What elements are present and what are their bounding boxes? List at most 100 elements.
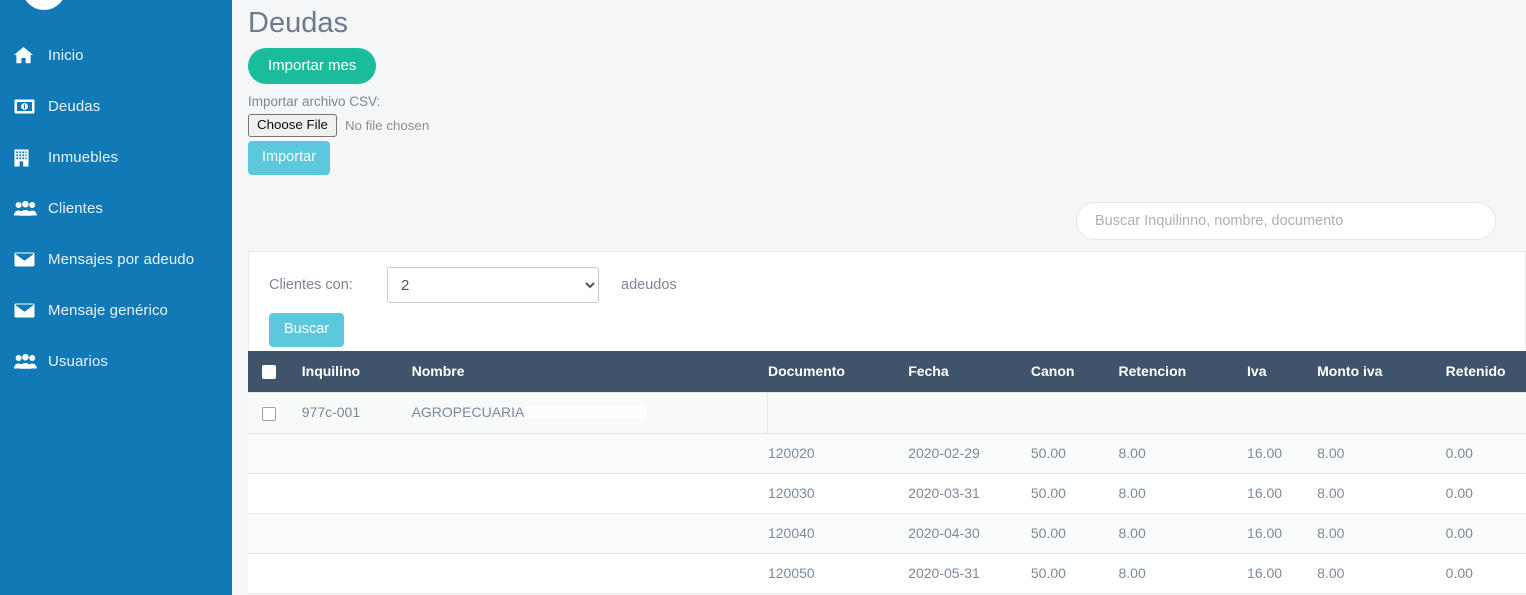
sidebar-item-inicio[interactable]: Inicio (0, 30, 232, 81)
column-iva[interactable]: Iva (1247, 351, 1318, 393)
money-bill-icon (14, 99, 48, 114)
filter-suffix-label: adeudos (621, 277, 677, 293)
cell-nombre: AGROPECUARIA (411, 392, 769, 434)
column-fecha[interactable]: Fecha (908, 351, 1031, 393)
column-inquilino[interactable]: Inquilino (301, 351, 412, 393)
cell-fecha: 2020-04-30 (908, 512, 1031, 554)
cell-monto-iva: 8.00 (1317, 432, 1446, 474)
column-documento[interactable]: Documento (767, 351, 909, 393)
cell-retencion (1118, 392, 1248, 434)
sidebar-item-mensajes-por-adeudo[interactable]: Mensajes por adeudo (0, 234, 232, 285)
cell-inquilino: 977c-001 (301, 392, 412, 434)
cell-retenido: 0.00 (1445, 472, 1526, 514)
cell-canon: 50.00 (1030, 432, 1119, 474)
column-canon[interactable]: Canon (1030, 351, 1119, 393)
cell-retenido: 0.00 (1445, 512, 1526, 554)
cell-retenido (1445, 392, 1526, 434)
table-row[interactable]: 120040 2020-04-30 50.00 8.00 16.00 8.00 … (248, 512, 1526, 554)
cell-documento (767, 392, 909, 434)
row-spacer (248, 552, 302, 594)
sidebar-item-inmuebles[interactable]: Inmuebles (0, 132, 232, 183)
cell-iva: 16.00 (1247, 552, 1318, 594)
sidebar-item-label: Usuarios (48, 353, 108, 370)
column-retenido[interactable]: Retenido (1445, 351, 1526, 393)
cell-nombre (411, 552, 768, 594)
table-row-client-group[interactable]: 977c-001 AGROPECUARIA (248, 392, 1526, 434)
cell-retencion: 8.00 (1118, 472, 1248, 514)
sidebar: Inicio Deudas Inmuebles Clientes Mensaje… (0, 0, 232, 595)
sidebar-item-label: Mensaje genérico (48, 302, 169, 319)
cell-nombre (411, 432, 768, 474)
file-input-row[interactable]: Choose File No file chosen (248, 113, 1526, 137)
cell-retenido: 0.00 (1445, 552, 1526, 594)
main-content: Deudas Importar mes Importar archivo CSV… (232, 0, 1526, 595)
row-checkbox[interactable] (262, 406, 276, 421)
row-checkbox-cell (248, 392, 302, 434)
table-head: Inquilino Nombre Documento Fecha Canon R… (248, 351, 1526, 393)
cell-nombre (411, 512, 768, 554)
cell-retencion: 8.00 (1118, 432, 1248, 474)
import-toolbar: Importar mes Importar archivo CSV: Choos… (232, 40, 1526, 175)
avatar (22, 0, 66, 10)
table-row[interactable]: 120020 2020-02-29 50.00 8.00 16.00 8.00 … (248, 432, 1526, 474)
debts-table-container: Inquilino Nombre Documento Fecha Canon R… (248, 351, 1526, 595)
file-status-text: No file chosen (344, 117, 430, 133)
filter-panel: Clientes con: 2 adeudos Buscar (248, 251, 1526, 351)
row-spacer (248, 512, 302, 554)
cell-monto-iva: 8.00 (1317, 552, 1446, 594)
debts-table: Inquilino Nombre Documento Fecha Canon R… (248, 351, 1526, 595)
cell-documento: 120020 (767, 432, 909, 474)
cell-inquilino (301, 552, 412, 594)
column-retencion[interactable]: Retencion (1118, 351, 1248, 393)
cell-documento: 120040 (767, 512, 909, 554)
sidebar-item-clientes[interactable]: Clientes (0, 183, 232, 234)
cell-inquilino (301, 512, 412, 554)
cell-iva: 16.00 (1247, 512, 1318, 554)
sidebar-item-label: Deudas (48, 98, 101, 115)
home-icon (14, 47, 48, 64)
cell-iva (1247, 392, 1318, 434)
redaction-overlay (524, 405, 647, 420)
cell-documento: 120050 (767, 552, 909, 594)
sidebar-item-mensaje-generico[interactable]: Mensaje genérico (0, 285, 232, 336)
cell-monto-iva: 8.00 (1317, 512, 1446, 554)
import-button[interactable]: Importar (248, 141, 330, 175)
cell-iva: 16.00 (1247, 472, 1318, 514)
select-all-checkbox[interactable] (262, 365, 276, 380)
building-icon (14, 149, 48, 167)
table-header-row: Inquilino Nombre Documento Fecha Canon R… (248, 351, 1526, 393)
table-row[interactable]: 120050 2020-05-31 50.00 8.00 16.00 8.00 … (248, 552, 1526, 594)
csv-import-label: Importar archivo CSV: (248, 94, 381, 109)
sidebar-nav: Inicio Deudas Inmuebles Clientes Mensaje… (0, 30, 232, 387)
sidebar-item-usuarios[interactable]: Usuarios (0, 336, 232, 387)
cell-fecha: 2020-05-31 (908, 552, 1031, 594)
cell-canon: 50.00 (1030, 512, 1119, 554)
table-body: 977c-001 AGROPECUARIA 120020 2020-02-29 … (248, 392, 1526, 595)
sidebar-item-label: Clientes (48, 200, 103, 217)
envelope-icon (14, 303, 48, 318)
sidebar-item-label: Mensajes por adeudo (48, 251, 195, 268)
users-icon (14, 201, 48, 216)
filter-row: Clientes con: 2 adeudos (269, 266, 1525, 304)
cell-monto-iva: 8.00 (1317, 472, 1446, 514)
column-nombre[interactable]: Nombre (411, 351, 768, 393)
cell-retenido: 0.00 (1445, 432, 1526, 474)
search-input[interactable] (1076, 202, 1496, 240)
cell-monto-iva (1317, 392, 1446, 434)
envelope-icon (14, 252, 48, 267)
cell-canon (1030, 392, 1119, 434)
cell-canon: 50.00 (1030, 472, 1119, 514)
search-button[interactable]: Buscar (269, 313, 345, 347)
cell-fecha (908, 392, 1031, 434)
row-spacer (248, 472, 302, 514)
column-monto-iva[interactable]: Monto iva (1317, 351, 1446, 393)
adeudos-count-select[interactable]: 2 (387, 267, 599, 303)
choose-file-button[interactable]: Choose File (248, 113, 337, 137)
sidebar-item-label: Inicio (48, 47, 84, 64)
cell-retencion: 8.00 (1118, 552, 1248, 594)
table-row[interactable]: 120030 2020-03-31 50.00 8.00 16.00 8.00 … (248, 472, 1526, 514)
cell-canon: 50.00 (1030, 552, 1119, 594)
import-month-button[interactable]: Importar mes (248, 48, 377, 84)
sidebar-item-deudas[interactable]: Deudas (0, 81, 232, 132)
cell-inquilino (301, 432, 412, 474)
